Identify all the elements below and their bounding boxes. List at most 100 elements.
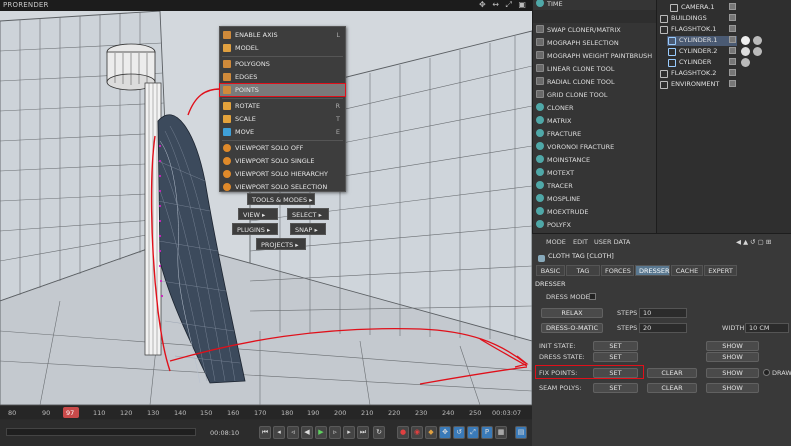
visibility-icon[interactable] — [729, 14, 736, 21]
tab-expert[interactable]: EXPERT — [704, 265, 737, 276]
menu-item-viewport-solo-off[interactable]: VIEWPORT SOLO OFF — [220, 142, 345, 154]
tab-dresser[interactable]: DRESSER — [635, 265, 670, 276]
fix-points-show-button[interactable]: SHOW — [706, 368, 759, 378]
cloth-tag-icon[interactable] — [741, 36, 750, 45]
mograph-item-time[interactable]: TIME — [533, 0, 657, 10]
visibility-icon[interactable] — [729, 69, 736, 76]
object-flagshtok-1[interactable]: FLAGSHTOK.1 — [659, 25, 716, 35]
next-frame-icon[interactable]: ▹ — [329, 426, 341, 439]
width-field[interactable]: 10 CM — [745, 323, 789, 333]
mograph-item-voronoi-fracture[interactable]: VORONOI FRACTURE — [533, 140, 657, 153]
relax-button[interactable]: RELAX — [541, 308, 603, 318]
tab-cache[interactable]: CACHE — [671, 265, 703, 276]
dress-o-matic-button[interactable]: DRESS-O-MATIC — [541, 323, 603, 333]
mograph-item-matrix[interactable]: MATRIX — [533, 114, 657, 127]
loop-icon[interactable]: ↻ — [373, 426, 385, 439]
dress-mode-checkbox[interactable] — [589, 293, 596, 300]
material-tag-icon[interactable] — [753, 36, 762, 45]
dress-state-show-button[interactable]: SHOW — [706, 352, 759, 362]
param-key-icon[interactable]: P — [481, 426, 493, 439]
menu-item-rotate[interactable]: ROTATE R — [220, 100, 345, 112]
menu-item-viewport-solo-selection[interactable]: VIEWPORT SOLO SELECTION — [220, 181, 345, 193]
range-slider[interactable] — [6, 428, 196, 436]
menu-item-enable-axis[interactable]: ENABLE AXIS L — [220, 29, 345, 41]
fix-points-set-button[interactable]: SET — [593, 368, 638, 378]
submenu-plugins[interactable]: PLUGINS ▸ — [232, 223, 278, 235]
nav-arrows-icon[interactable]: ◀ ▲ ↺ ▢ ⊞ — [736, 238, 771, 246]
visibility-icon[interactable] — [729, 80, 736, 87]
menu-mode[interactable]: MODE — [546, 238, 566, 246]
mograph-item-tracer[interactable]: TRACER — [533, 179, 657, 192]
play-icon[interactable]: ▶ — [315, 426, 327, 439]
visibility-icon[interactable] — [729, 36, 736, 43]
submenu-tools-modes[interactable]: TOOLS & MODES ▸ — [247, 193, 315, 205]
object-cylinder-1[interactable]: CYLINDER.1 — [667, 36, 737, 46]
mograph-item-linear-clone[interactable]: LINEAR CLONE TOOL — [533, 62, 657, 75]
mograph-item-swap-cloner[interactable]: SWAP CLONER/MATRIX — [533, 23, 657, 36]
init-state-set-button[interactable]: SET — [593, 341, 638, 351]
tab-tag[interactable]: TAG — [566, 265, 600, 276]
menu-item-model[interactable]: MODEL — [220, 42, 345, 54]
timeline-ruler[interactable]: 80 90 97 110 120 130 140 150 160 170 180… — [0, 405, 532, 419]
init-state-show-button[interactable]: SHOW — [706, 341, 759, 351]
mograph-item-fracture[interactable]: FRACTURE — [533, 127, 657, 140]
scale-key-icon[interactable]: ⤢ — [467, 426, 479, 439]
submenu-select[interactable]: SELECT ▸ — [287, 208, 329, 220]
menu-item-scale[interactable]: SCALE T — [220, 113, 345, 125]
mograph-item-mograph-selection[interactable]: MOGRAPH SELECTION — [533, 36, 657, 49]
menu-item-edges[interactable]: EDGES — [220, 71, 345, 83]
rotate-key-icon[interactable]: ↺ — [453, 426, 465, 439]
mograph-item-moinstance[interactable]: MOINSTANCE — [533, 153, 657, 166]
timeline-layout-icon[interactable]: ▤ — [515, 426, 527, 439]
go-start-icon[interactable]: ⏮ — [259, 426, 271, 439]
next-key-icon[interactable]: ▸ — [343, 426, 355, 439]
menu-item-move[interactable]: MOVE E — [220, 126, 345, 138]
seam-polys-set-button[interactable]: SET — [593, 383, 638, 393]
go-end-icon[interactable]: ⏭ — [357, 426, 369, 439]
mograph-item-grid-clone[interactable]: GRID CLONE TOOL — [533, 88, 657, 101]
object-cylinder-2[interactable]: CYLINDER.2 — [667, 47, 717, 57]
visibility-icon[interactable] — [729, 58, 736, 65]
mograph-item-radial-clone[interactable]: RADIAL CLONE TOOL — [533, 75, 657, 88]
mograph-item-mospline[interactable]: MOSPLINE — [533, 192, 657, 205]
mograph-item-motext[interactable]: MOTEXT — [533, 166, 657, 179]
context-menu[interactable]: ENABLE AXIS L MODEL POLYGONS EDGES POINT… — [219, 26, 346, 192]
object-camera[interactable]: CAMERA.1 — [669, 3, 715, 13]
seam-polys-clear-button[interactable]: CLEAR — [647, 383, 697, 393]
fix-points-clear-button[interactable]: CLEAR — [647, 368, 697, 378]
keyframe-icon[interactable]: ◆ — [425, 426, 437, 439]
mograph-item-cloner[interactable]: CLONER — [533, 101, 657, 114]
mograph-item-polyfx[interactable]: POLYFX — [533, 218, 657, 231]
visibility-icon[interactable] — [729, 3, 736, 10]
material-tag-icon[interactable] — [753, 47, 762, 56]
collider-tag-icon[interactable] — [741, 47, 750, 56]
move-key-icon[interactable]: ✥ — [439, 426, 451, 439]
object-environment[interactable]: ENVIRONMENT — [659, 80, 719, 90]
submenu-projects[interactable]: PROJECTS ▸ — [256, 238, 306, 250]
prev-frame-icon[interactable]: ◃ — [287, 426, 299, 439]
viewport-nav-icons[interactable]: ✥ ↔ ⤢ ▣ — [479, 0, 528, 10]
mograph-item-moextrude[interactable]: MOEXTRUDE — [533, 205, 657, 218]
submenu-view[interactable]: VIEW ▸ — [238, 208, 278, 220]
object-cylinder[interactable]: CYLINDER — [667, 58, 711, 68]
menu-user-data[interactable]: USER DATA — [594, 238, 630, 246]
material-tag-icon[interactable] — [741, 58, 750, 67]
play-reverse-icon[interactable]: ◀ — [301, 426, 313, 439]
prev-key-icon[interactable]: ◂ — [273, 426, 285, 439]
object-buildings[interactable]: BUILDINGS — [659, 14, 707, 24]
visibility-icon[interactable] — [729, 47, 736, 54]
autokey-icon[interactable]: ◉ — [411, 426, 423, 439]
tab-basic[interactable]: BASIC — [536, 265, 565, 276]
object-flagshtok-2[interactable]: FLAGSHTOK.2 — [659, 69, 716, 79]
visibility-icon[interactable] — [729, 25, 736, 32]
menu-item-polygons[interactable]: POLYGONS — [220, 58, 345, 70]
dress-state-set-button[interactable]: SET — [593, 352, 638, 362]
draw-radio[interactable] — [763, 369, 770, 376]
viewport[interactable]: PRORENDER ✥ ↔ ⤢ ▣ ENABLE AXIS L MODEL PO… — [0, 0, 532, 405]
submenu-snap[interactable]: SNAP ▸ — [290, 223, 326, 235]
steps-dress-field[interactable]: 20 — [639, 323, 687, 333]
point-level-icon[interactable]: ▦ — [495, 426, 507, 439]
mograph-item-weight-paintbrush[interactable]: MOGRAPH WEIGHT PAINTBRUSH — [533, 49, 657, 62]
tab-forces[interactable]: FORCES — [601, 265, 634, 276]
menu-item-viewport-solo-single[interactable]: VIEWPORT SOLO SINGLE — [220, 155, 345, 167]
